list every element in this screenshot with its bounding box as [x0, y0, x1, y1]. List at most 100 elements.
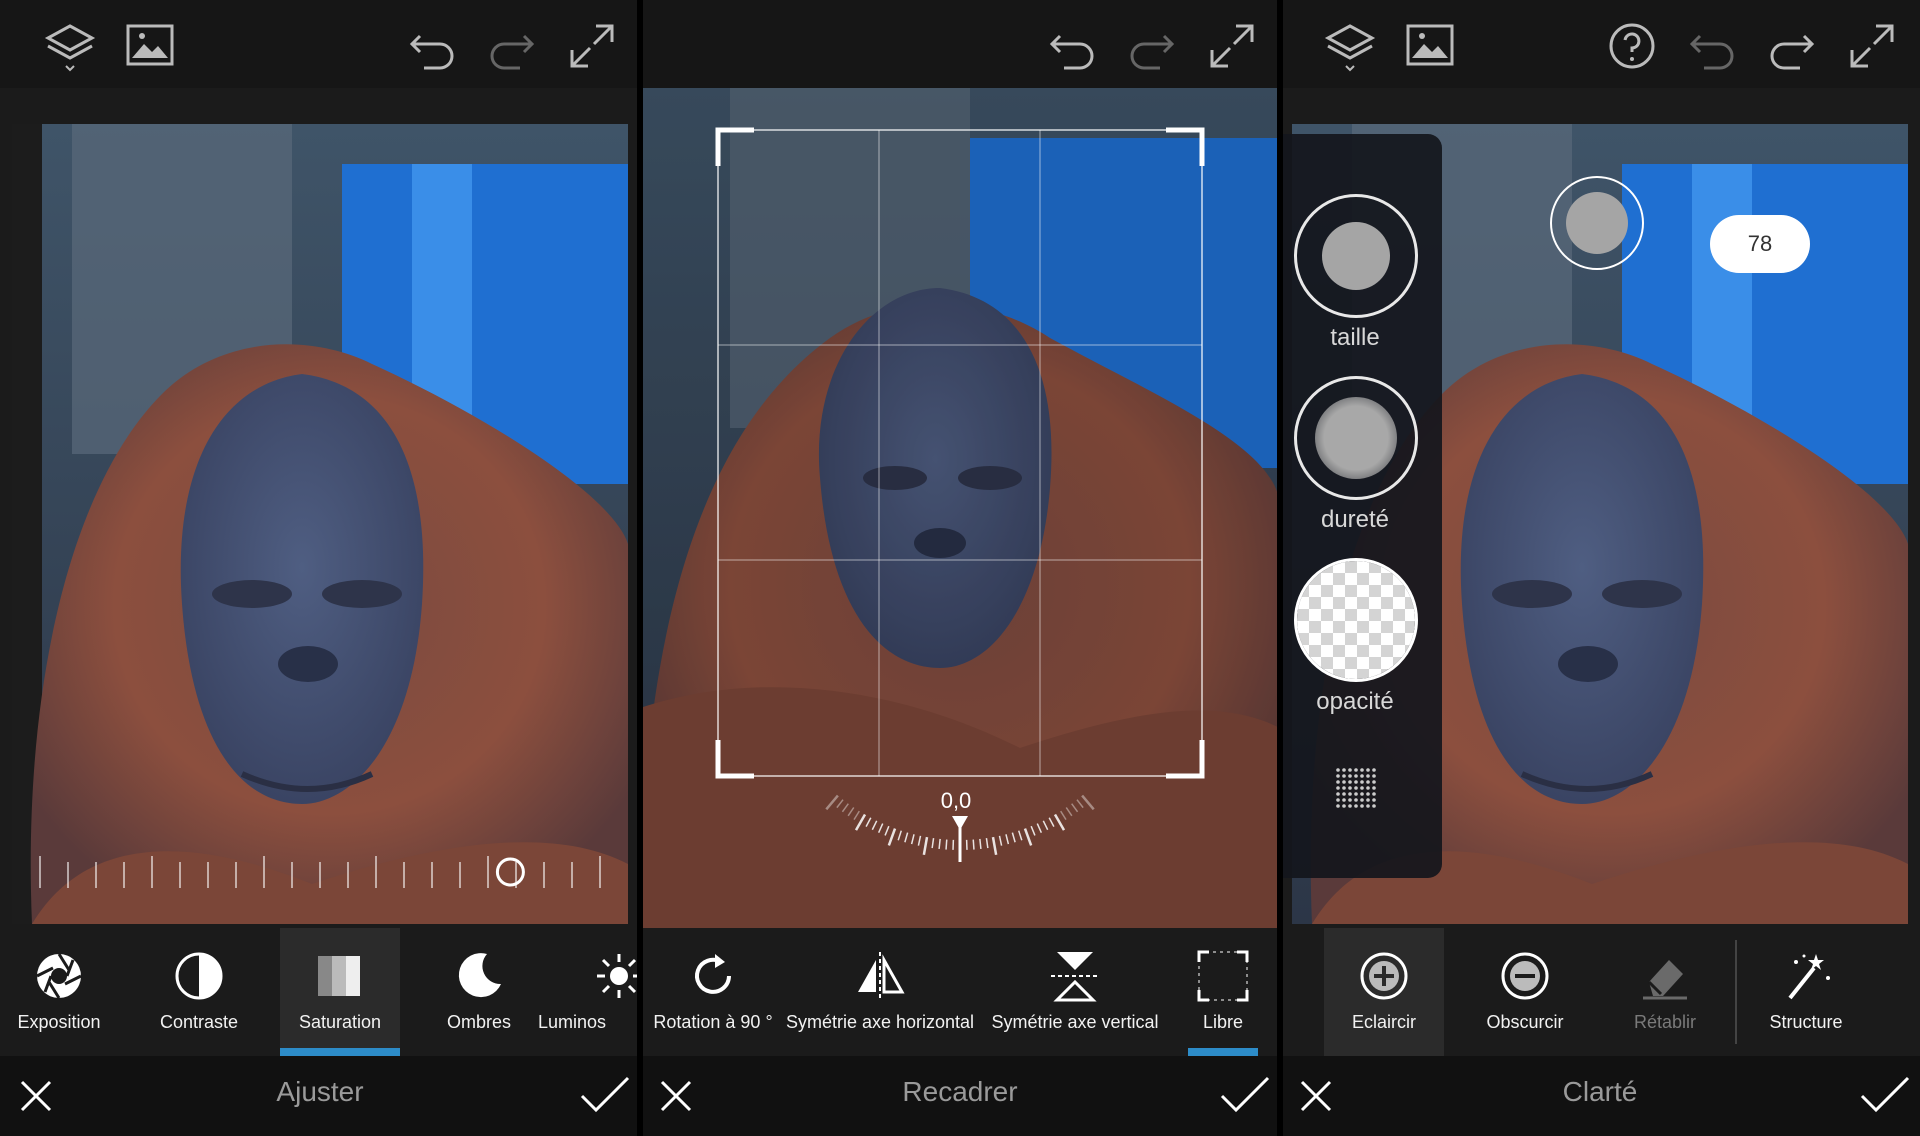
brush-settings-panel: taille dureté opacité: [1280, 134, 1442, 878]
undo-icon[interactable]: [1684, 18, 1740, 74]
tool-saturation[interactable]: Saturation: [280, 928, 400, 1056]
dial-tick: [1048, 817, 1055, 827]
brush-size-preview: [1294, 194, 1418, 318]
layers-icon[interactable]: [1322, 18, 1378, 74]
tool-contraste[interactable]: Contraste: [140, 928, 258, 1056]
eraser-icon: [1635, 946, 1695, 1006]
top-toolbar: [0, 0, 640, 88]
tool-label: Rétablir: [1633, 1012, 1697, 1032]
orangutan-photo: [12, 124, 628, 924]
dial-tick: [979, 838, 982, 849]
redo-icon[interactable]: [1124, 18, 1180, 74]
brush-size-label: taille: [1330, 324, 1380, 351]
tool-libre[interactable]: Libre: [1188, 928, 1258, 1056]
tool-obscurcir[interactable]: Obscurcir: [1466, 928, 1584, 1056]
fullscreen-icon[interactable]: [1204, 18, 1260, 74]
dial-tick: [1011, 832, 1016, 843]
tool-rotation[interactable]: Rotation à 90 °: [648, 928, 778, 1056]
bottom-bar: Recadrer: [640, 1056, 1280, 1136]
dial-tick: [938, 838, 941, 849]
tool-label: Symétrie axe vertical: [991, 1012, 1159, 1032]
dial-tick: [1005, 834, 1010, 845]
brush-hardness-preview: [1294, 376, 1418, 500]
tool-label: Structure: [1769, 1012, 1843, 1032]
confirm-button[interactable]: [1218, 1070, 1270, 1122]
redo-icon[interactable]: [1764, 18, 1820, 74]
flip-horizontal-icon: [850, 946, 910, 1006]
saturation-icon: [310, 946, 370, 1006]
tool-label: Contraste: [159, 1012, 239, 1032]
layers-icon[interactable]: [42, 18, 98, 74]
fullscreen-icon[interactable]: [564, 18, 620, 74]
aperture-icon: [29, 946, 89, 1006]
mode-title: Clarté: [1562, 1076, 1638, 1107]
tool-label: Eclaircir: [1351, 1012, 1416, 1032]
adjust-tools: Exposition Contraste Saturation Ombres L…: [0, 928, 640, 1056]
dial-tick: [1023, 828, 1033, 846]
dial-tick: [1060, 810, 1067, 821]
dial-tick: [1017, 830, 1023, 841]
dial-tick: [825, 794, 839, 811]
bottom-bar: Clarté: [1280, 1056, 1920, 1136]
dial-tick: [1053, 813, 1066, 831]
dial-tick: [897, 830, 903, 841]
tool-label: Obscurcir: [1486, 1012, 1564, 1032]
tool-flip-vertical[interactable]: Symétrie axe vertical: [985, 928, 1165, 1056]
tool-structure[interactable]: Structure: [1746, 928, 1866, 1056]
tool-retablir[interactable]: Rétablir: [1606, 928, 1724, 1056]
redo-icon[interactable]: [484, 18, 540, 74]
tool-label: Ombres: [446, 1012, 511, 1032]
dial-tick: [910, 834, 915, 845]
adjust-slider[interactable]: [30, 852, 610, 892]
dial-tick: [1065, 807, 1073, 817]
angle-readout: 0,0: [940, 788, 972, 813]
image-gallery-icon[interactable]: [122, 18, 178, 74]
top-toolbar: [640, 0, 1280, 88]
image-gallery-icon[interactable]: [1402, 18, 1458, 74]
dial-tick: [991, 836, 998, 856]
contrast-icon: [169, 946, 229, 1006]
dial-tick: [1036, 823, 1043, 834]
selected-indicator: [1188, 1048, 1258, 1056]
dial-tick: [871, 820, 878, 831]
dial-tick: [1071, 803, 1079, 813]
brush-size-control[interactable]: taille: [1294, 194, 1418, 352]
confirm-button[interactable]: [578, 1070, 630, 1122]
tool-label: Luminos: [538, 1012, 607, 1032]
dial-tick: [972, 839, 975, 850]
dial-tick: [917, 835, 922, 846]
brush-cursor[interactable]: [1550, 176, 1644, 270]
dial-tick: [985, 838, 989, 849]
brush-opacity-control[interactable]: opacité: [1294, 558, 1418, 716]
tool-luminosite[interactable]: Luminos: [538, 928, 640, 1056]
brush-hardness-control[interactable]: dureté: [1294, 376, 1418, 534]
undo-icon[interactable]: [1044, 18, 1100, 74]
crop-tools: Rotation à 90 ° Symétrie axe horizontal …: [640, 928, 1280, 1056]
flip-vertical-icon: [1045, 946, 1105, 1006]
dial-tick: [904, 832, 909, 843]
magic-wand-icon: [1776, 946, 1836, 1006]
grid-dots-icon[interactable]: [1332, 764, 1380, 812]
tool-ombres[interactable]: Ombres: [420, 928, 538, 1056]
slider-knob[interactable]: [495, 857, 525, 887]
dial-tick: [836, 799, 844, 809]
fullscreen-icon[interactable]: [1844, 18, 1900, 74]
dial-tick: [841, 803, 849, 813]
dial-tick: [922, 836, 929, 856]
clarity-panel: 78 taille dureté opacité Eclaircir Obscu…: [1280, 0, 1920, 1136]
crop-panel: 0,0 Rotation à 90 ° Symétrie axe horizon…: [640, 0, 1280, 1136]
brush-hardness-label: dureté: [1320, 506, 1390, 533]
help-icon[interactable]: [1604, 18, 1660, 74]
bottom-bar: Ajuster: [0, 1056, 640, 1136]
selected-indicator: [280, 1048, 400, 1056]
tool-flip-horizontal[interactable]: Symétrie axe horizontal: [786, 928, 974, 1056]
dial-tick: [1081, 794, 1095, 811]
tool-exposition[interactable]: Exposition: [0, 928, 118, 1056]
dial-tick: [931, 838, 935, 849]
confirm-button[interactable]: [1858, 1070, 1910, 1122]
dial-tick: [945, 839, 948, 850]
tool-eclaircir[interactable]: Eclaircir: [1324, 928, 1444, 1056]
mode-title: Ajuster: [276, 1076, 364, 1107]
undo-icon[interactable]: [404, 18, 460, 74]
dial-tick: [847, 807, 855, 817]
